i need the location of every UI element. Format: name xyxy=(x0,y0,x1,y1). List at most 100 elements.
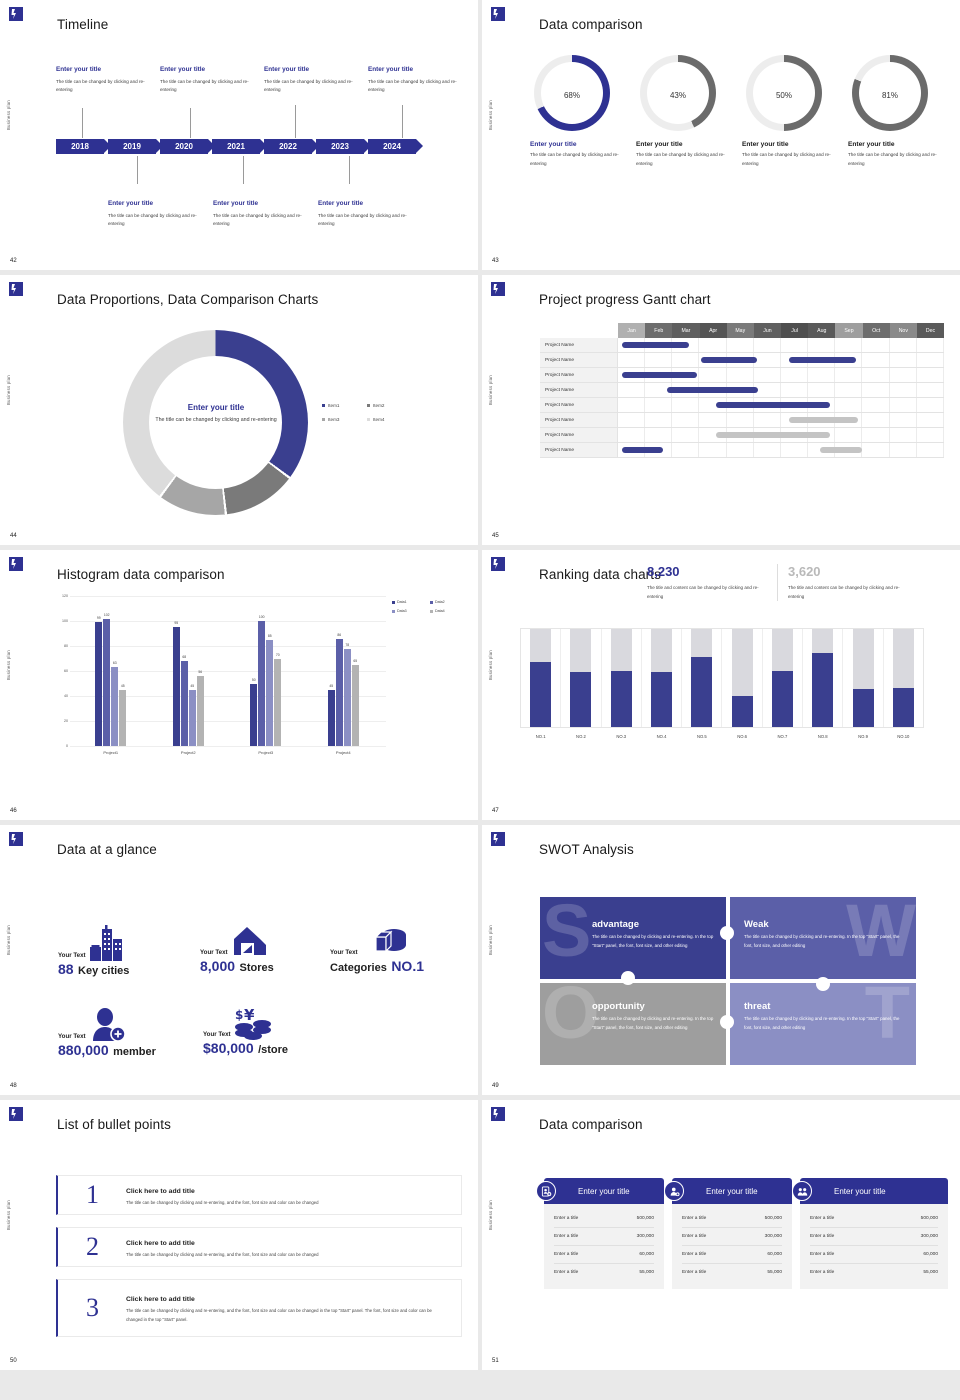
table-row[interactable]: Enter a title 500,000 xyxy=(810,1210,938,1228)
timeline-year-2019[interactable]: 2019 xyxy=(108,139,163,154)
table-row[interactable]: Enter a title 55,000 xyxy=(554,1264,654,1281)
bar[interactable]: 95 xyxy=(172,621,180,746)
swot-quadrant-strength[interactable]: S advantage The title can be changed by … xyxy=(540,897,726,979)
rank-column[interactable]: NO.2 xyxy=(561,629,602,739)
glance-item-member[interactable]: Your Text 880,000 member xyxy=(58,1007,156,1060)
table-row[interactable]: Enter a title 55,000 xyxy=(810,1264,938,1281)
bar[interactable]: 86 xyxy=(335,633,343,746)
bullet-item-3[interactable]: 3 Click here to add title The title can … xyxy=(56,1279,462,1337)
gantt-bar[interactable] xyxy=(621,342,689,348)
rank-column[interactable]: NO.10 xyxy=(884,629,923,739)
swot-quadrant-opportunity[interactable]: O opportunity The title can be changed b… xyxy=(540,983,726,1065)
comparison-card-2[interactable]: Enter your title Enter a title 500,000 En… xyxy=(664,1178,792,1289)
bar[interactable]: 45 xyxy=(327,684,335,746)
timeline-year-2020[interactable]: 2020 xyxy=(160,139,215,154)
timeline-year-2024[interactable]: 2024 xyxy=(368,139,423,154)
rank-column[interactable]: NO.1 xyxy=(521,629,562,739)
table-row[interactable]: Enter a title 300,000 xyxy=(810,1228,938,1246)
bar[interactable]: 56 xyxy=(196,670,204,746)
table-row[interactable]: Project Name xyxy=(540,353,944,368)
bar[interactable]: 102 xyxy=(103,613,111,746)
table-row[interactable]: Project Name xyxy=(540,413,944,428)
gantt-bar[interactable] xyxy=(715,432,830,438)
slide-data-proportions[interactable]: Business plan Data Proportions, Data Com… xyxy=(0,275,478,545)
timeline-item-top-1[interactable]: Enter your title The title can be change… xyxy=(56,58,152,95)
glance-item-key-cities[interactable]: Your Text 88 Key cities xyxy=(58,925,129,979)
timeline-item-bottom-2[interactable]: Enter your title The title can be change… xyxy=(213,192,309,229)
timeline-year-2018[interactable]: 2018 xyxy=(56,139,111,154)
comparison-card-3[interactable]: Enter your title Enter a title 500,000 En… xyxy=(792,1178,948,1289)
gantt-bar[interactable] xyxy=(701,357,757,363)
rank-column[interactable]: NO.9 xyxy=(843,629,884,739)
table-row[interactable]: Enter a title 500,000 xyxy=(554,1210,654,1228)
timeline-year-2023[interactable]: 2023 xyxy=(316,139,371,154)
gantt-bar[interactable] xyxy=(820,447,863,453)
bar[interactable]: 63 xyxy=(111,661,119,746)
rank-column[interactable]: NO.3 xyxy=(602,629,642,739)
table-row[interactable]: Enter a title 300,000 xyxy=(682,1228,782,1246)
ring-card-2[interactable]: 43% Enter your title The title can be ch… xyxy=(628,55,728,168)
stat-card-1[interactable]: 8,230 The title and content can be chang… xyxy=(637,564,777,601)
table-row[interactable]: Project Name xyxy=(540,428,944,443)
table-row[interactable]: Enter a title 60,000 xyxy=(682,1246,782,1264)
slide-histogram[interactable]: Business plan Histogram data comparison … xyxy=(0,550,478,820)
table-row[interactable]: Enter a title 60,000 xyxy=(554,1246,654,1264)
bar[interactable]: 45 xyxy=(188,684,196,746)
slide-data-at-a-glance[interactable]: Business plan Data at a glance Your Text… xyxy=(0,825,478,1095)
slide-data-comparison-cards[interactable]: Business plan Data comparison Enter your… xyxy=(482,1100,960,1370)
rank-column[interactable]: NO.4 xyxy=(642,629,683,739)
slide-gantt-chart[interactable]: Business plan Project progress Gantt cha… xyxy=(482,275,960,545)
glance-item-per-store[interactable]: Your Text $ ¥ $80,000 /store xyxy=(203,1007,288,1058)
table-row[interactable]: Project Name xyxy=(540,368,944,383)
bar[interactable]: 50 xyxy=(250,678,258,746)
glance-item-categories[interactable]: Your Text Categories NO.1 xyxy=(330,925,424,976)
ring-card-1[interactable]: 68% Enter your title The title can be ch… xyxy=(522,55,622,168)
timeline-item-top-2[interactable]: Enter your title The title can be change… xyxy=(160,58,256,95)
bar[interactable]: 70 xyxy=(274,653,282,746)
bar[interactable]: 78 xyxy=(343,643,351,746)
table-row[interactable]: Project Name xyxy=(540,443,944,458)
stat-card-2[interactable]: 3,620 The title and content can be chang… xyxy=(777,564,917,601)
table-row[interactable]: Project Name xyxy=(540,398,944,413)
bar[interactable]: 85 xyxy=(266,634,274,746)
timeline-year-2022[interactable]: 2022 xyxy=(264,139,319,154)
gantt-bar[interactable] xyxy=(715,402,830,408)
slide-ranking-charts[interactable]: Business plan Ranking data charts 8,230 … xyxy=(482,550,960,820)
rank-column[interactable]: NO.8 xyxy=(803,629,844,739)
slide-timeline[interactable]: Business plan Timeline Enter your title … xyxy=(0,0,478,270)
rank-column[interactable]: NO.7 xyxy=(763,629,804,739)
glance-item-stores[interactable]: Your Text 8,000 Stores xyxy=(200,925,274,976)
table-row[interactable]: Project Name xyxy=(540,383,944,398)
ring-card-3[interactable]: 50% Enter your title The title can be ch… xyxy=(734,55,834,168)
table-row[interactable]: Enter a title 60,000 xyxy=(810,1246,938,1264)
bullet-item-1[interactable]: 1 Click here to add title The title can … xyxy=(56,1175,462,1215)
table-row[interactable]: Enter a title 300,000 xyxy=(554,1228,654,1246)
timeline-item-bottom-1[interactable]: Enter your title The title can be change… xyxy=(108,192,204,229)
gantt-bar[interactable] xyxy=(789,417,858,423)
comparison-card-1[interactable]: Enter your title Enter a title 500,000 En… xyxy=(536,1178,664,1289)
slide-data-comparison-rings[interactable]: Business plan Data comparison 68% Enter … xyxy=(482,0,960,270)
rank-column[interactable]: NO.5 xyxy=(682,629,723,739)
bar[interactable]: 99 xyxy=(95,616,103,746)
bullet-item-2[interactable]: 2 Click here to add title The title can … xyxy=(56,1227,462,1267)
ring-card-4[interactable]: 81% Enter your title The title can be ch… xyxy=(840,55,940,168)
timeline-item-top-3[interactable]: Enter your title The title can be change… xyxy=(264,58,360,95)
table-row[interactable]: Enter a title 55,000 xyxy=(682,1264,782,1281)
swot-quadrant-weakness[interactable]: W Weak The title can be changed by click… xyxy=(730,897,916,979)
gantt-bar[interactable] xyxy=(789,357,856,363)
bar[interactable]: 45 xyxy=(119,684,127,746)
rank-column[interactable]: NO.6 xyxy=(722,629,763,739)
swot-quadrant-threat[interactable]: T threat The title can be changed by cli… xyxy=(730,983,916,1065)
gantt-bar[interactable] xyxy=(666,387,759,393)
timeline-item-top-4[interactable]: Enter your title The title can be change… xyxy=(368,58,464,95)
bar[interactable]: 68 xyxy=(180,655,188,746)
table-row[interactable]: Project Name xyxy=(540,338,944,353)
gantt-bar[interactable] xyxy=(621,447,663,453)
timeline-item-bottom-3[interactable]: Enter your title The title can be change… xyxy=(318,192,414,229)
bar[interactable]: 100 xyxy=(258,615,266,746)
slide-bullet-list[interactable]: Business plan List of bullet points 1 Cl… xyxy=(0,1100,478,1370)
timeline-year-2021[interactable]: 2021 xyxy=(212,139,267,154)
table-row[interactable]: Enter a title 500,000 xyxy=(682,1210,782,1228)
gantt-bar[interactable] xyxy=(621,372,697,378)
slide-swot-analysis[interactable]: Business plan SWOT Analysis S advantage … xyxy=(482,825,960,1095)
